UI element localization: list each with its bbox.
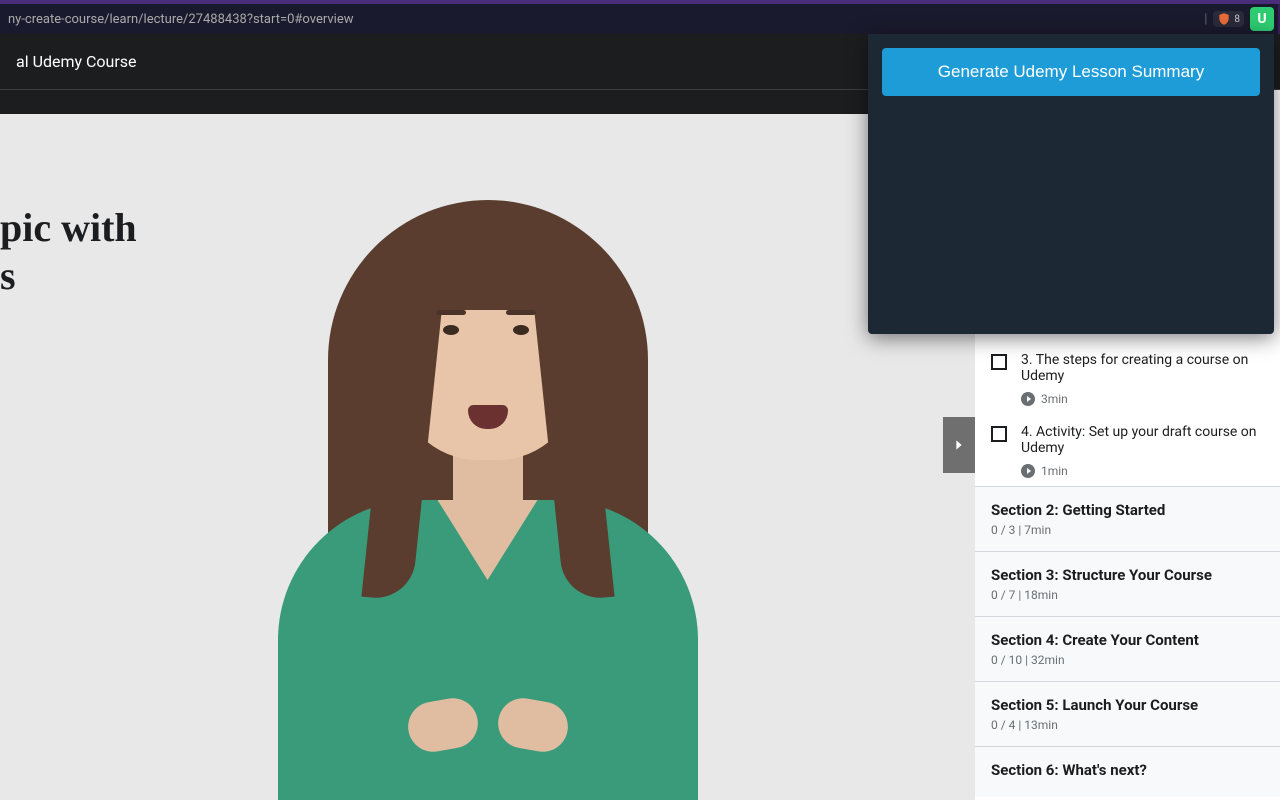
section-meta: 0 / 3 | 7min (991, 523, 1264, 537)
instructor-image (168, 140, 808, 800)
course-title: al Udemy Course (16, 52, 137, 71)
slide-text: pic with s (0, 204, 137, 300)
section-title: Section 4: Create Your Content (991, 631, 1264, 649)
play-icon (1021, 392, 1035, 406)
url-separator: | (1204, 12, 1207, 27)
checkbox-icon[interactable] (991, 354, 1007, 370)
lesson-item[interactable]: 4. Activity: Set up your draft course on… (975, 414, 1280, 486)
play-icon (1021, 464, 1035, 478)
generate-summary-button[interactable]: Generate Udemy Lesson Summary (882, 48, 1260, 96)
video-player[interactable]: pic with s (0, 90, 975, 800)
lesson-item[interactable]: 3. The steps for creating a course on Ud… (975, 342, 1280, 414)
shield-count: 8 (1234, 14, 1240, 25)
lesson-meta: 3min (1021, 392, 1264, 406)
video-letterbox (0, 90, 975, 114)
extension-letter: U (1257, 11, 1266, 27)
section-header[interactable]: Section 5: Launch Your Course 0 / 4 | 13… (975, 681, 1280, 746)
section-meta: 0 / 7 | 18min (991, 588, 1264, 602)
lesson-duration: 3min (1041, 392, 1068, 406)
section-header[interactable]: Section 4: Create Your Content 0 / 10 | … (975, 616, 1280, 681)
extension-popup: Generate Udemy Lesson Summary (868, 34, 1274, 334)
lesson-duration: 1min (1041, 464, 1068, 478)
section-header[interactable]: Section 6: What's next? (975, 746, 1280, 797)
section-title: Section 2: Getting Started (991, 501, 1264, 519)
extension-badge[interactable]: U (1250, 7, 1274, 31)
section-meta: 0 / 10 | 32min (991, 653, 1264, 667)
lesson-title: 3. The steps for creating a course on Ud… (1021, 352, 1264, 384)
shield-badge[interactable]: 8 (1213, 11, 1244, 27)
slide-line-2: s (0, 253, 16, 298)
slide-line-1: pic with (0, 205, 137, 250)
section-title: Section 6: What's next? (991, 761, 1264, 779)
lesson-title: 4. Activity: Set up your draft course on… (1021, 424, 1264, 456)
section-meta: 0 / 4 | 13min (991, 718, 1264, 732)
section-title: Section 5: Launch Your Course (991, 696, 1264, 714)
lesson-meta: 1min (1021, 464, 1264, 478)
next-video-button[interactable] (943, 417, 975, 473)
section-header[interactable]: Section 2: Getting Started 0 / 3 | 7min (975, 486, 1280, 551)
url-text: ny-create-course/learn/lecture/27488438?… (8, 12, 1272, 27)
section-header[interactable]: Section 3: Structure Your Course 0 / 7 |… (975, 551, 1280, 616)
video-frame: pic with s (0, 114, 975, 800)
url-bar[interactable]: ny-create-course/learn/lecture/27488438?… (0, 4, 1280, 34)
chevron-right-icon (951, 437, 967, 453)
checkbox-icon[interactable] (991, 426, 1007, 442)
shield-icon (1217, 12, 1231, 26)
section-title: Section 3: Structure Your Course (991, 566, 1264, 584)
browser-icons: | 8 U (1204, 7, 1274, 31)
